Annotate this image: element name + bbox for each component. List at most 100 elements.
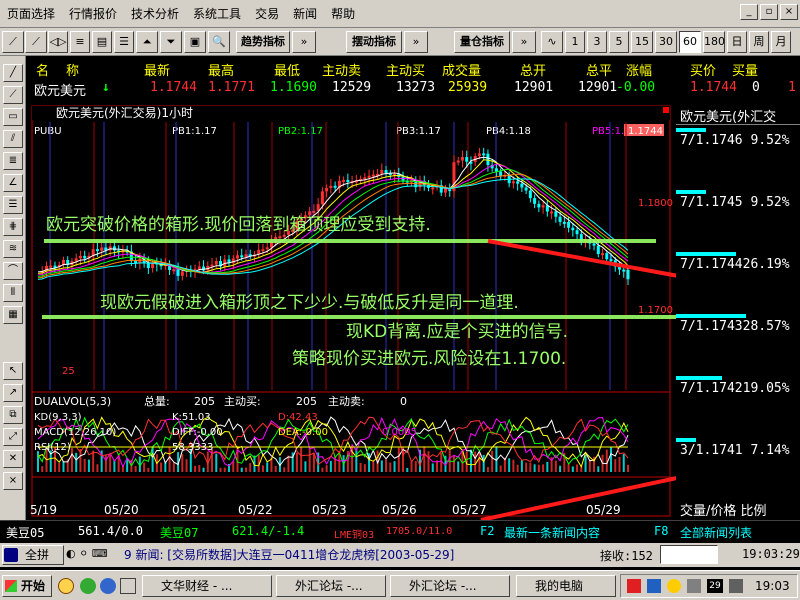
menu-tech-analysis[interactable]: 技术分析 xyxy=(124,0,186,28)
candle-body xyxy=(516,181,520,184)
candle-body xyxy=(626,269,630,280)
prev-icon[interactable]: ◁▷ xyxy=(48,31,68,53)
symbol-name[interactable]: 欧元美元 xyxy=(34,80,86,99)
pointer-plus-icon[interactable]: ↗ xyxy=(3,384,23,402)
volume-bar xyxy=(160,462,163,472)
gann-tool-icon[interactable]: ⋕ xyxy=(3,218,23,236)
zoom-icon[interactable]: 🔍 xyxy=(208,31,230,53)
wave-icon[interactable]: ∿ xyxy=(541,31,563,53)
move-tool-icon[interactable]: ⤢ xyxy=(3,428,23,446)
tray-calendar-icon[interactable]: 29 xyxy=(707,579,723,593)
candle-body xyxy=(83,255,87,259)
box-icon[interactable]: ▣ xyxy=(184,31,206,53)
hlines-tool-icon[interactable]: ☰ xyxy=(3,196,23,214)
drawing-toolbox: ╱ ⟋ ▭ ⫽ ≣ ∠ ☰ ⋕ ≋ ⌒ ⦀ ▦ ↖ ↗ ⧉ ⤢ ✕ ⨯ xyxy=(0,56,26,520)
grid-tool-icon[interactable]: ▦ xyxy=(3,306,23,324)
bars-icon[interactable]: ≡ xyxy=(70,31,90,53)
active-buy-sub-value: 205 xyxy=(296,395,317,408)
tray-icon-2[interactable] xyxy=(647,579,661,593)
volume-bar xyxy=(232,461,235,472)
restore-icon[interactable]: ▫ xyxy=(760,4,778,20)
tray-volume-icon[interactable] xyxy=(687,579,701,593)
task-forum-1[interactable]: 外汇论坛 -... xyxy=(276,575,386,597)
news-ticker[interactable]: 9 新闻: [交易所数据]大连豆一0411增仓龙虎榜[2003-05-29] xyxy=(124,546,604,564)
menu-quotes[interactable]: 行情报价 xyxy=(62,0,124,28)
news-hotkey-f8[interactable]: F8 xyxy=(654,524,668,538)
more-icon[interactable]: » xyxy=(404,31,428,53)
menu-news[interactable]: 新闻 xyxy=(286,0,324,28)
future-name-1[interactable]: 美豆05 xyxy=(6,524,44,541)
pointer-tool-icon[interactable]: ↖ xyxy=(3,362,23,380)
up-icon[interactable]: ⏶ xyxy=(136,31,158,53)
pb5-value: 1.1744 xyxy=(628,126,663,137)
volume-indicator-button[interactable]: 量仓指标 xyxy=(454,31,510,53)
menu-page-select[interactable]: 页面选择 xyxy=(0,0,62,28)
period-week[interactable]: 周 xyxy=(749,31,769,53)
task-wenhua[interactable]: 文华财经 - ... xyxy=(142,575,272,597)
more-icon[interactable]: » xyxy=(292,31,316,53)
candle-body xyxy=(558,216,562,222)
delete-tool-icon[interactable]: ✕ xyxy=(3,450,23,468)
angle-tool-icon[interactable]: ∠ xyxy=(3,174,23,192)
task-my-computer[interactable]: 我的电脑 xyxy=(516,575,616,597)
zoom-out-icon[interactable]: ☰ xyxy=(114,31,134,53)
cycle-tool-icon[interactable]: ≋ xyxy=(3,240,23,258)
vlines-tool-icon[interactable]: ⦀ xyxy=(3,284,23,302)
trend-icon[interactable]: ⟋ xyxy=(25,31,47,53)
line-tool-icon[interactable]: ╱ xyxy=(3,64,23,82)
news-hotkey-f8-text[interactable]: 全部新闻列表 xyxy=(680,524,752,541)
ie-icon[interactable] xyxy=(100,578,116,594)
close-icon[interactable]: × xyxy=(780,4,798,20)
menu-trade[interactable]: 交易 xyxy=(248,0,286,28)
minimize-icon[interactable]: _ xyxy=(740,4,758,20)
qq-icon[interactable] xyxy=(58,578,74,594)
desktop-icon[interactable] xyxy=(120,578,136,594)
period-30[interactable]: 30 xyxy=(655,31,677,53)
down-arrow-icon: ↓ xyxy=(102,80,110,95)
candle-body xyxy=(550,211,554,214)
chart-close-icon xyxy=(663,107,669,113)
task-label-2: 外汇论坛 -... xyxy=(295,579,363,593)
news-hotkey-f2[interactable]: F2 xyxy=(480,524,494,538)
menu-system-tools[interactable]: 系统工具 xyxy=(186,0,248,28)
main-chart[interactable]: 欧元美元(外汇交易)1小时 PUBU PB1:1.17 PB2:1.17 PB3… xyxy=(26,102,676,520)
ime-icons[interactable]: ◐ ⚪ ⌨ xyxy=(66,547,122,563)
menu-help[interactable]: 帮助 xyxy=(324,0,362,28)
ray-tool-icon[interactable]: ⟋ xyxy=(3,86,23,104)
candle-icon[interactable]: ▤ xyxy=(92,31,112,53)
delete-all-icon[interactable]: ⨯ xyxy=(3,472,23,490)
period-15[interactable]: 15 xyxy=(631,31,653,53)
trend-indicator-button[interactable]: 趋势指标 xyxy=(236,31,290,53)
media-icon[interactable] xyxy=(80,578,96,594)
period-month[interactable]: 月 xyxy=(771,31,791,53)
status-input[interactable] xyxy=(660,545,718,564)
volume-bar xyxy=(482,454,485,472)
tray-qq-icon[interactable] xyxy=(667,579,681,593)
channel-tool-icon[interactable]: ⫽ xyxy=(3,130,23,148)
copy-tool-icon[interactable]: ⧉ xyxy=(3,406,23,424)
news-hotkey-f2-text[interactable]: 最新一条新闻内容 xyxy=(504,524,600,541)
period-60[interactable]: 60 xyxy=(679,31,701,53)
more-icon[interactable]: » xyxy=(512,31,536,53)
down-icon[interactable]: ⏷ xyxy=(160,31,182,53)
kd-trendline xyxy=(480,476,676,520)
date-05-22: 05/22 xyxy=(238,503,273,517)
volume-bar xyxy=(452,455,455,472)
tray-icon-1[interactable] xyxy=(627,579,641,593)
fib-tool-icon[interactable]: ≣ xyxy=(3,152,23,170)
oscillator-indicator-button[interactable]: 摆动指标 xyxy=(346,31,402,53)
period-1[interactable]: 1 xyxy=(565,31,585,53)
future-name-3[interactable]: LME铜03 xyxy=(334,526,374,541)
arc-tool-icon[interactable]: ⌒ xyxy=(3,262,23,280)
task-forum-2[interactable]: 外汇论坛 -... xyxy=(390,575,510,597)
candle-body xyxy=(367,175,371,178)
period-day[interactable]: 日 xyxy=(727,31,747,53)
period-5[interactable]: 5 xyxy=(609,31,629,53)
line-chart-icon[interactable]: ⟋ xyxy=(2,31,24,53)
rect-tool-icon[interactable]: ▭ xyxy=(3,108,23,126)
tray-network-icon[interactable] xyxy=(729,579,743,593)
period-180[interactable]: 180 xyxy=(703,31,725,53)
volume-bar xyxy=(92,450,95,472)
future-name-2[interactable]: 美豆07 xyxy=(160,524,198,541)
period-3[interactable]: 3 xyxy=(587,31,607,53)
